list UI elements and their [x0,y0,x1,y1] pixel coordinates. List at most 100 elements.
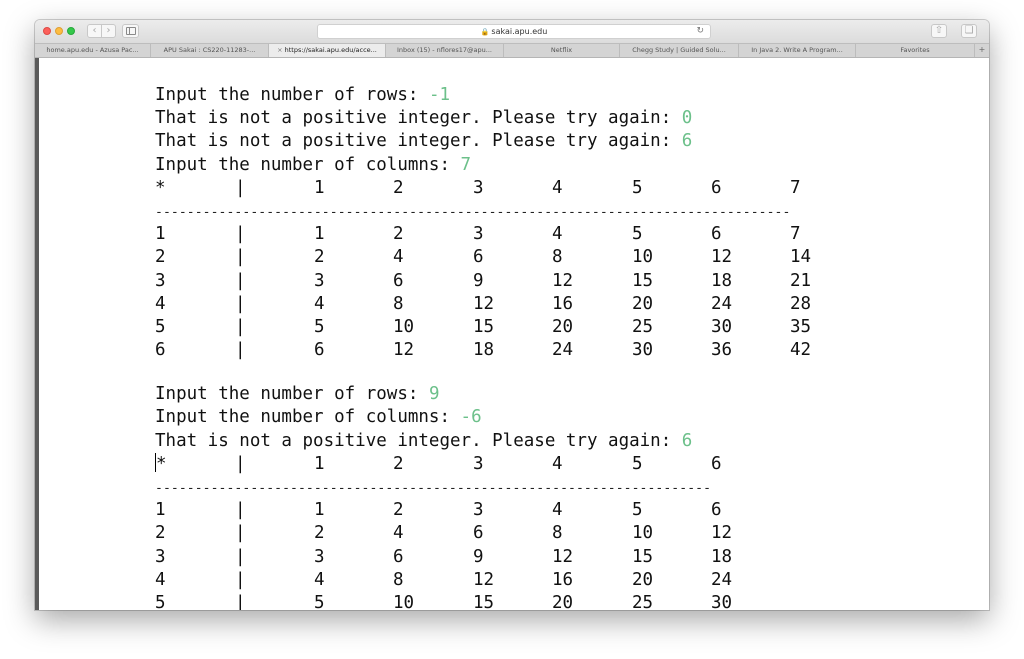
table-cell: 8 [552,523,563,544]
table-cell: 18 [711,270,733,291]
table-row: 4 | 4 8 12 16 20 24 28 [155,293,811,316]
table-cell: 5 [314,592,325,610]
table-cell: 6 [711,177,722,198]
table-row: 4 | 4 8 12 16 20 24 [155,569,790,592]
share-button[interactable]: ⇧ [931,24,947,38]
tab-java-program[interactable]: In Java 2. Write A Program... [739,44,856,57]
table-cell: 15 [473,592,495,610]
table-cell: 6 [393,270,404,291]
table-cell: 9 [473,270,484,291]
tab-label: https://sakai.apu.edu/acce... [284,46,377,54]
close-window-button[interactable] [43,27,51,35]
console-prompt-line: Input the number of rows: -1 [155,85,451,105]
table-cell: 1 [314,453,325,474]
tab-sakai-access[interactable]: × https://sakai.apu.edu/acce... [269,44,386,57]
table-cell: 4 [552,224,563,245]
new-tab-button[interactable]: + [975,44,989,57]
table-cell: | [235,247,246,268]
table-cell: 3 [473,500,484,521]
tab-netflix[interactable]: Netflix [504,44,620,57]
table-cell: 7 [790,177,801,198]
table-cell: | [235,569,246,590]
table-cell: | [235,270,246,291]
tab-label: In Java 2. Write A Program... [751,46,843,54]
reload-icon[interactable]: ↻ [696,25,704,38]
table-cell: * [155,177,166,198]
share-icon: ⇧ [934,25,944,36]
back-button[interactable]: ‹ [87,24,102,38]
table-cell: 6 [711,453,722,474]
tab-inbox[interactable]: Inbox (15) - nflores17@apu... [386,44,504,57]
console-prompt-line: That is not a positive integer. Please t… [155,430,693,451]
table-cell: 4 [314,569,325,590]
table-cell: 36 [711,340,733,361]
table-cell: 15 [632,270,654,291]
user-input: -6 [460,407,482,428]
table-cell: 6 [473,523,484,544]
forward-button[interactable]: › [101,24,116,38]
table-cell: 5 [632,177,643,198]
console-output[interactable]: Input the number of rows: -1 That is not… [155,84,811,610]
close-tab-icon[interactable]: × [277,46,282,54]
table-cell: 8 [393,569,404,590]
table-row: 2 | 2 4 6 8 10 12 [155,522,790,545]
table-row: 3 | 3 6 9 12 15 18 [155,546,790,569]
table-row: 1 | 1 2 3 4 5 6 7 [155,223,801,246]
table-cell: 1 [314,500,325,521]
table-cell: 28 [790,293,812,314]
table-cell: 8 [393,293,404,314]
tab-apu-sakai[interactable]: APU Sakai : CS220-11283-... [151,44,269,57]
table-cell: | [235,293,246,314]
url-text: sakai.apu.edu [491,27,548,36]
table-cell: 24 [552,340,574,361]
table-cell: 2 [393,500,404,521]
table-cell: 10 [632,247,654,268]
table-cell: 2 [314,247,325,268]
tab-label: Chegg Study | Guided Solu... [632,46,726,54]
table-cell: 10 [632,523,654,544]
table-cell: | [235,316,246,337]
tab-favorites[interactable]: Favorites [856,44,975,57]
table-cell: 5 [155,592,166,610]
table-cell: 4 [393,523,404,544]
console-prompt-line: That is not a positive integer. Please t… [155,108,693,129]
table-cell: 4 [155,569,166,590]
table-cell: 12 [393,340,415,361]
table-cell: | [235,224,246,245]
table-cell: 1 [155,500,166,521]
table-cell: 12 [473,569,495,590]
tab-overview-button[interactable]: ❏ [961,24,977,38]
table-cell: 30 [632,340,654,361]
user-input: 9 [428,384,440,405]
console-prompt-line: That is not a positive integer. Please t… [155,131,693,152]
table-cell: 6 [473,247,484,268]
table-cell: 2 [155,523,166,544]
table-cell: 4 [155,293,166,314]
table-cell: 10 [393,316,415,337]
table-cell: 4 [552,500,563,521]
sidebar-toggle-button[interactable] [122,24,139,38]
table-cell: 20 [552,592,574,610]
table-cell: 30 [711,316,733,337]
table-cell: 4 [393,247,404,268]
zoom-window-button[interactable] [67,27,75,35]
table-cell: 2 [393,224,404,245]
table-cell: 6 [711,224,722,245]
lock-icon: 🔒 [480,28,490,36]
table-cell: 35 [790,316,812,337]
user-input: -1 [428,85,451,105]
tab-chegg[interactable]: Chegg Study | Guided Solu... [620,44,739,57]
console-prompt-line: Input the number of columns: 7 [155,154,472,175]
table-cell: 5 [632,224,643,245]
table-cell: | [235,500,246,521]
tab-home-apu[interactable]: home.apu.edu - Azusa Pac... [35,44,151,57]
table-cell: 3 [473,224,484,245]
table-cell: 12 [473,293,495,314]
page-content: Input the number of rows: -1 That is not… [35,58,989,610]
table-cell: 5 [314,316,325,337]
table-cell: 25 [632,592,654,610]
address-bar[interactable]: 🔒 sakai.apu.edu ↻ [317,24,711,39]
minimize-window-button[interactable] [55,27,63,35]
table-cell: 9 [473,546,484,567]
table-cell: 4 [552,453,563,474]
